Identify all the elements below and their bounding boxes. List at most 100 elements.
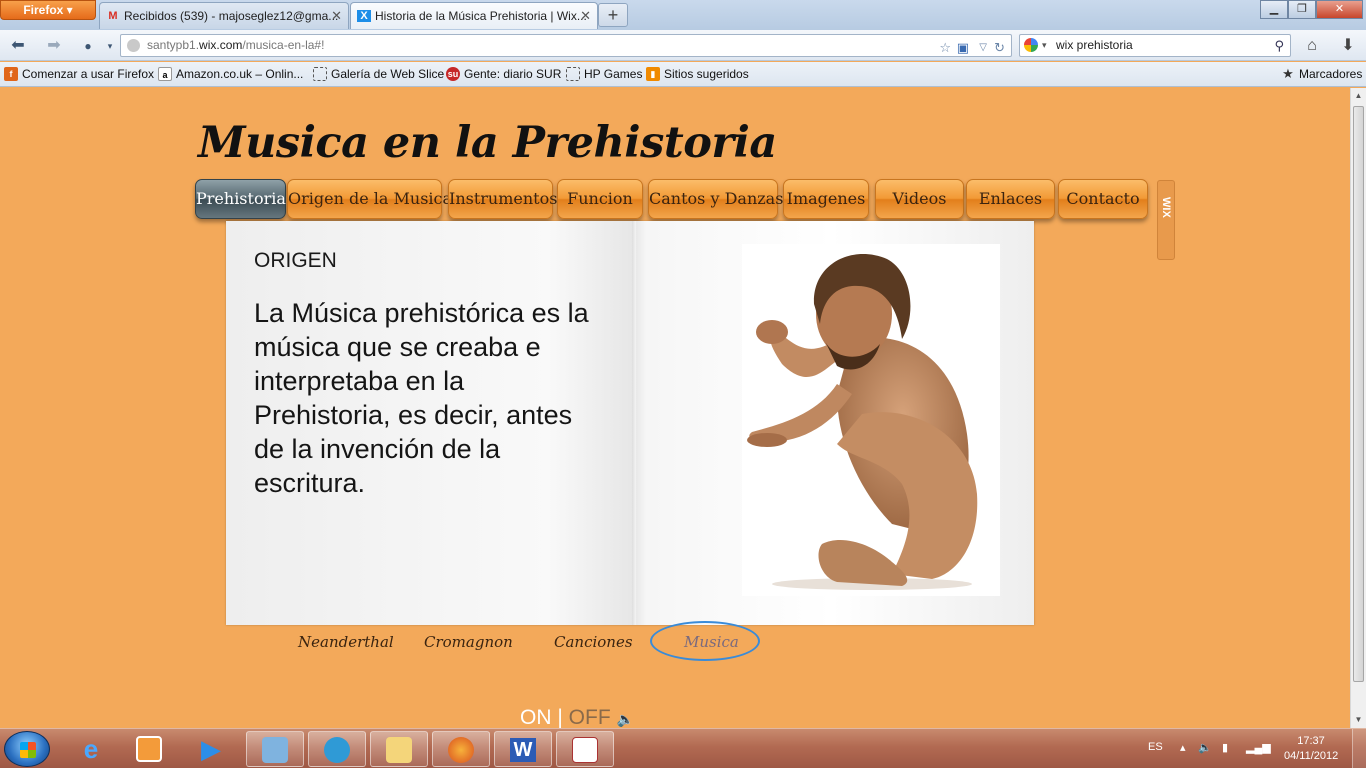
taskbar-media-center[interactable]: [120, 731, 178, 767]
bookmark-suggested-sites[interactable]: ▮ Sitios sugeridos: [646, 67, 749, 81]
hp-icon: [324, 737, 350, 763]
menu-item-funcion[interactable]: Funcion: [557, 179, 643, 219]
tab-title: Recibidos (539) - majoseglez12@gma...: [124, 9, 339, 23]
menu-item-enlaces[interactable]: Enlaces: [966, 179, 1055, 219]
language-indicator[interactable]: ES: [1148, 741, 1163, 753]
firefox-icon: f: [4, 67, 18, 81]
bookmark-label: Sitios sugeridos: [664, 67, 749, 81]
save-icon[interactable]: ▣: [957, 37, 969, 58]
bookmark-label: Comenzar a usar Firefox: [22, 67, 155, 81]
show-hidden-icons[interactable]: ▴: [1180, 741, 1186, 754]
windows-logo-icon: [20, 742, 36, 758]
network-icon[interactable]: ▂▄▆: [1246, 741, 1271, 754]
navigation-bar: ⬅ ➡ ● ▾ santypb1.wix.com/musica-en-la#! …: [0, 30, 1366, 61]
audio-on-button[interactable]: ON: [520, 706, 552, 728]
prehistoric-man-image: [742, 244, 1000, 596]
firefox-menu-button[interactable]: Firefox ▾: [0, 0, 96, 20]
scroll-down-icon[interactable]: ▼: [1351, 712, 1366, 728]
new-tab-button[interactable]: +: [598, 3, 628, 27]
taskbar-word[interactable]: W: [494, 731, 552, 767]
search-engine-dropdown-icon[interactable]: ▾: [1042, 35, 1047, 56]
history-dropdown-icon[interactable]: ▾: [100, 36, 120, 56]
menu-item-origen[interactable]: Origen de la Musica: [287, 179, 452, 219]
scroll-thumb[interactable]: [1353, 106, 1364, 682]
folder-icon: [386, 737, 412, 763]
maximize-button[interactable]: ❐: [1288, 0, 1316, 19]
taskbar-firefox[interactable]: [432, 731, 490, 767]
section-body-text: La Música prehistórica es la música que …: [254, 298, 589, 498]
clock[interactable]: 17:37 04/11/2012: [1284, 734, 1338, 764]
reload-icon[interactable]: ↻: [994, 37, 1005, 58]
firefox-icon: [448, 737, 474, 763]
bookmark-amazon[interactable]: a Amazon.co.uk – Onlin...: [158, 67, 303, 81]
menu-item-contacto[interactable]: Contacto: [1058, 179, 1148, 219]
identity-icon[interactable]: ●: [78, 36, 98, 56]
menu-item-cantos-danzas[interactable]: Cantos y Danzas: [648, 179, 783, 219]
page-scrollbar[interactable]: ▲ ▼: [1350, 88, 1366, 728]
url-bar[interactable]: santypb1.wix.com/musica-en-la#! ☆ ▣ ▽ ↻: [120, 34, 1012, 57]
web-slice-icon: [313, 67, 327, 81]
tab-gmail[interactable]: M Recibidos (539) - majoseglez12@gma... …: [99, 2, 349, 29]
bookmark-label: Gente: diario SUR: [464, 67, 562, 81]
wix-badge-label: WIX: [1160, 197, 1172, 218]
web-page: Musica en la Prehistoria Prehistoria Ori…: [0, 88, 1350, 728]
sub-nav-neanderthal[interactable]: Neanderthal: [298, 633, 394, 651]
site-title: Musica en la Prehistoria: [198, 118, 777, 168]
sub-nav-cromagnon[interactable]: Cromagnon: [424, 633, 513, 651]
volume-icon[interactable]: 🔈: [1198, 741, 1212, 754]
bookmark-diario-sur[interactable]: su Gente: diario SUR: [446, 67, 561, 81]
taskbar-remote-desktop[interactable]: [246, 731, 304, 767]
download-icon[interactable]: ⬇: [1338, 36, 1358, 56]
remote-desktop-icon: [262, 737, 288, 763]
bookmark-star-icon[interactable]: ☆: [939, 37, 951, 58]
tab-wix[interactable]: X Historia de la Música Prehistoria | Wi…: [350, 2, 598, 29]
bookmark-label: Galería de Web Slice: [331, 67, 445, 81]
sur-icon: su: [446, 67, 460, 81]
url-domain: wix.com: [199, 38, 243, 52]
start-button[interactable]: [4, 731, 50, 767]
google-icon: [1024, 38, 1038, 52]
forward-arrow-icon[interactable]: ➡: [44, 36, 64, 56]
bookmarks-star-icon: ★: [1282, 66, 1294, 81]
show-desktop-button[interactable]: [1352, 729, 1366, 768]
close-tab-icon[interactable]: ✕: [580, 8, 591, 24]
audio-separator: |: [557, 706, 563, 728]
menu-item-prehistoria[interactable]: Prehistoria: [195, 179, 286, 219]
back-arrow-icon[interactable]: ⬅: [8, 36, 28, 56]
sub-nav-canciones[interactable]: Canciones: [554, 633, 633, 651]
speaker-icon[interactable]: 🔈: [617, 711, 634, 727]
bookmark-firefox[interactable]: f Comenzar a usar Firefox: [4, 67, 154, 81]
taskbar-solitaire[interactable]: [556, 731, 614, 767]
close-tab-icon[interactable]: ✕: [331, 8, 342, 24]
minimize-button[interactable]: ▁: [1260, 0, 1288, 19]
wix-badge[interactable]: WIX: [1157, 180, 1175, 260]
url-path: /musica-en-la#!: [242, 38, 325, 52]
audio-off-button[interactable]: OFF: [569, 706, 611, 728]
clock-time: 17:37: [1297, 735, 1325, 747]
close-window-button[interactable]: ✕: [1316, 0, 1363, 19]
url-dropdown-icon[interactable]: ▽: [979, 37, 987, 58]
bookmark-hp-games[interactable]: HP Games: [566, 67, 642, 81]
bookmarks-menu[interactable]: ★ Marcadores: [1281, 66, 1363, 82]
taskbar-internet-explorer[interactable]: e: [62, 731, 120, 767]
bookmark-web-slice[interactable]: Galería de Web Slice: [313, 67, 444, 81]
taskbar-media-player[interactable]: ▶: [182, 731, 240, 767]
search-input[interactable]: ▾ wix prehistoria ⚲: [1019, 34, 1291, 57]
section-heading: ORIGEN: [254, 249, 337, 272]
search-icon[interactable]: ⚲: [1274, 35, 1284, 56]
audio-toggle: ON | OFF 🔈: [520, 706, 634, 728]
bookmarks-menu-label: Marcadores: [1299, 67, 1363, 81]
play-icon: ▶: [201, 734, 221, 764]
menu-item-imagenes[interactable]: Imagenes: [783, 179, 869, 219]
menu-item-videos[interactable]: Videos: [875, 179, 964, 219]
panel-fold: [632, 221, 636, 625]
amazon-icon: a: [158, 67, 172, 81]
clock-date: 04/11/2012: [1284, 750, 1339, 762]
taskbar-explorer[interactable]: [370, 731, 428, 767]
power-icon[interactable]: ▮: [1222, 741, 1228, 754]
scroll-up-icon[interactable]: ▲: [1351, 88, 1366, 104]
taskbar-hp[interactable]: [308, 731, 366, 767]
bookmark-label: Amazon.co.uk – Onlin...: [176, 67, 304, 81]
menu-item-instrumentos[interactable]: Instrumentos: [448, 179, 557, 219]
home-icon[interactable]: ⌂: [1302, 36, 1322, 56]
